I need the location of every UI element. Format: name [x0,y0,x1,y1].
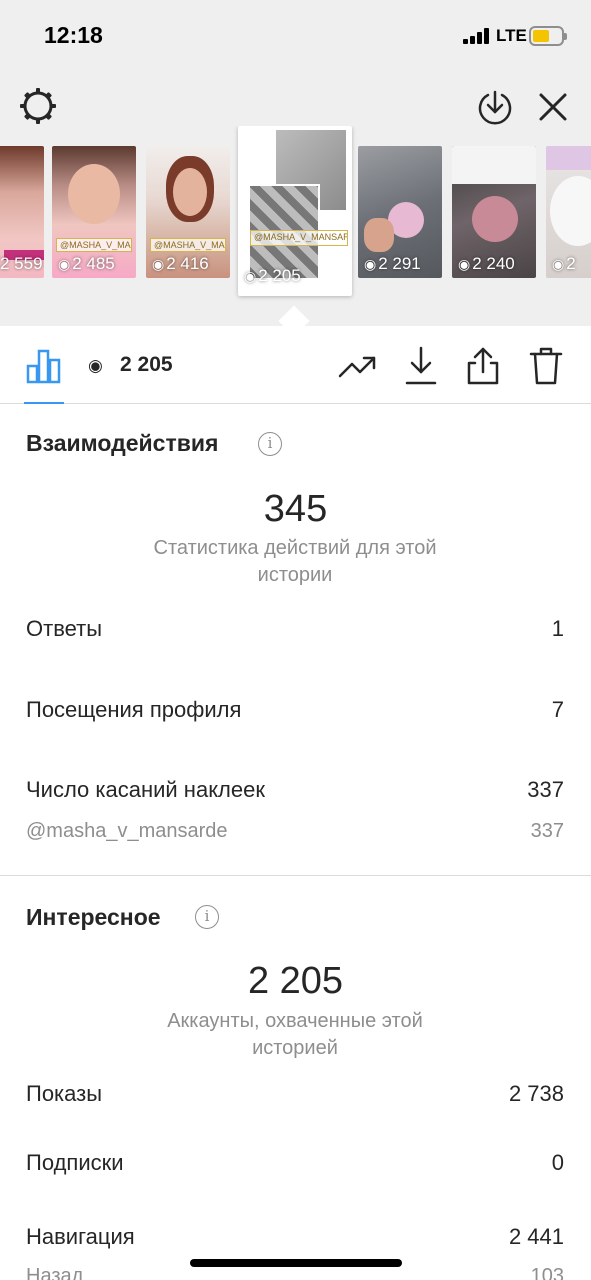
section-divider [0,875,591,876]
active-tab-indicator [24,402,64,404]
story-sticker: @MASHA_V_MANSARDE [56,238,132,252]
impressions-label: Показы [26,1081,103,1106]
sticker-mention-value: 337 [530,820,564,842]
download-icon[interactable] [404,346,438,386]
navigation-label: Навигация [26,1224,135,1249]
navigation-value: 2 441 [508,1224,564,1249]
story-thumbnail[interactable]: @MASHA_V_MANSARDE ◉2 416 [146,146,230,278]
story-views: ◉ 2 [552,254,576,273]
replies-label: Ответы [26,616,103,641]
sticker-mention-label: @masha_v_mansarde [26,820,228,842]
home-indicator [190,1259,402,1267]
story-thumbnail-selected[interactable]: @MASHA_V_MANSARDE ◉2 205 [238,126,352,296]
story-views: ◉ 2 416 [152,254,209,273]
profile-visits-value: 7 [551,697,564,722]
sticker-taps-value: 337 [527,777,564,802]
battery-icon [529,26,567,46]
interactions-caption: Статистика действий для этой истории [153,537,437,586]
follows-value: 0 [551,1150,564,1175]
network-label: LTE [496,26,527,45]
trash-icon[interactable] [529,346,563,386]
impressions-value: 2 738 [508,1081,564,1106]
story-views: ◉ 2 205 [244,266,301,285]
discovery-caption: Аккаунты, охваченные этой историей [167,1010,423,1059]
share-icon[interactable] [466,346,500,386]
profile-visits-label: Посещения профиля [26,697,242,722]
eye-icon: ◉ [88,356,103,375]
info-icon[interactable]: i [258,432,282,456]
back-label: Назад [26,1265,84,1280]
story-thumbnail[interactable]: ◉ 2 240 [452,146,536,278]
signal-icon [463,28,493,44]
story-thumbnails: 2 559 @MASHA_V_MANSARDE ◉2 485 @MASHA_V_… [0,126,591,326]
interactions-title: Взаимодействия [26,430,219,456]
story-views: ◉ 2 485 [58,254,115,273]
story-views: 2 559 [0,254,43,273]
download-circle-icon[interactable] [476,88,514,126]
status-bar: 12:18 LTE [0,0,591,72]
story-sticker: @MASHA_V_MANSARDE [250,230,348,246]
story-sticker: @MASHA_V_MANSARDE [150,238,226,252]
replies-value: 1 [551,616,564,641]
story-thumbnail[interactable]: ◉ 2 [546,146,591,278]
story-thumbnail[interactable]: 2 559 [0,146,44,278]
story-thumbnail[interactable]: @MASHA_V_MANSARDE ◉2 485 [52,146,136,278]
story-thumbnail[interactable]: ◉ 2 291 [358,146,442,278]
info-icon[interactable]: i [195,905,219,929]
close-icon[interactable] [536,90,570,124]
view-count: 2 205 [120,353,173,376]
gear-icon[interactable] [18,86,58,126]
story-carousel-area: 12:18 LTE 2 559 @MASHA_V_MA ◉ 2 485 @MAS… [0,0,591,326]
bar-chart-icon[interactable] [26,348,62,384]
status-time: 12:18 [44,22,103,48]
trending-icon[interactable] [338,350,378,382]
back-value: 103 [530,1265,564,1280]
interactions-total: 345 [263,488,328,530]
sticker-taps-label: Число касаний наклеек [26,777,265,802]
story-views: ◉ 2 291 [364,254,421,273]
story-views: ◉ 2 240 [458,254,515,273]
discovery-title: Интересное [26,904,161,930]
follows-label: Подписки [26,1150,124,1175]
discovery-total: 2 205 [247,960,344,1002]
story-insights-toolbar: ◉ 2 205 [0,326,591,404]
